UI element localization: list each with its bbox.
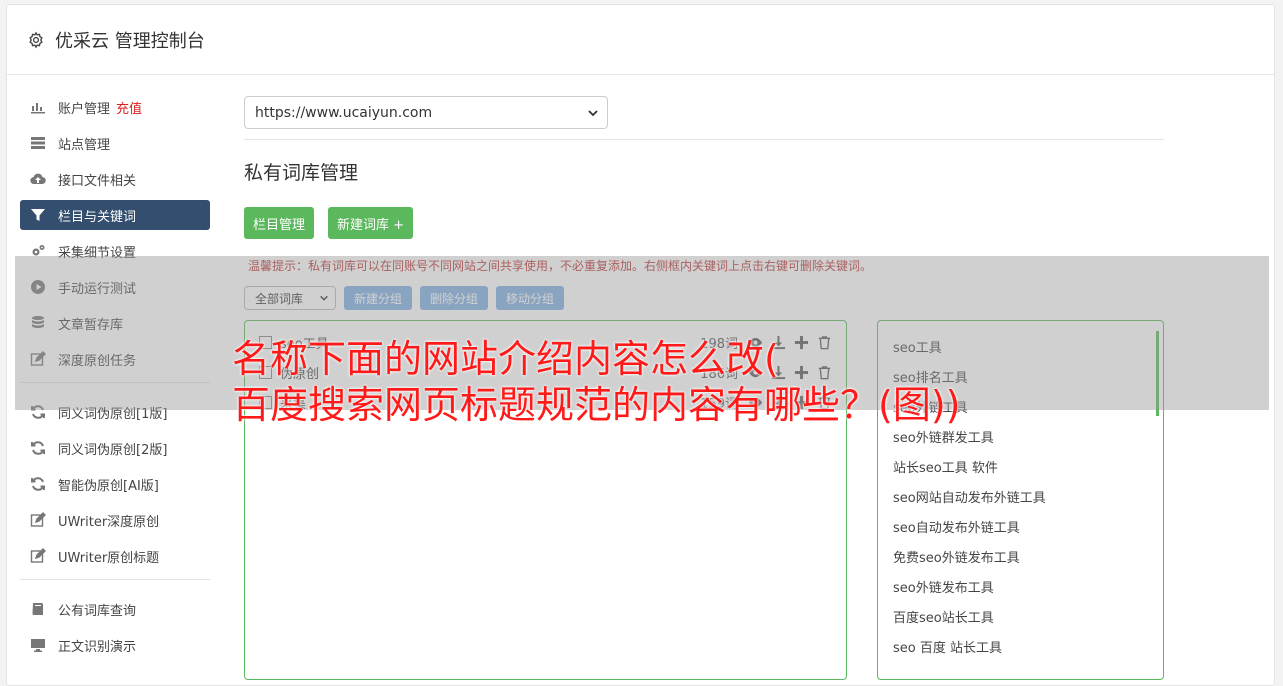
- sidebar-item-api-files[interactable]: 接口文件相关: [20, 164, 210, 194]
- page-title: 优采云 管理控制台: [55, 30, 205, 52]
- sidebar-item-label: 公有词库查询: [58, 603, 137, 619]
- sidebar-item-label: 站点管理: [58, 137, 111, 153]
- keyword-item[interactable]: seo网站自动发布外链工具: [893, 481, 1163, 511]
- sidebar-item-columns-keywords[interactable]: 栏目与关键词: [20, 200, 210, 230]
- sidebar-item-label: 账户管理: [58, 101, 111, 117]
- filter-icon: [31, 209, 45, 221]
- sidebar-item-label: 栏目与关键词: [58, 209, 137, 225]
- column-manage-button[interactable]: 栏目管理: [244, 207, 315, 239]
- sidebar-item-uwriter-deep[interactable]: UWriter深度原创: [20, 505, 210, 535]
- overlay-line-1: 名称下面的网站介绍内容怎么改(: [232, 337, 779, 381]
- page-header: 优采云 管理控制台: [7, 5, 1274, 75]
- divider: [244, 139, 1164, 140]
- sidebar-item-label: 正文识别演示: [58, 639, 137, 655]
- cloud-upload-icon: [30, 173, 46, 185]
- site-select-value: https://www.ucaiyun.com: [255, 104, 433, 121]
- sidebar-item-label: 接口文件相关: [58, 173, 137, 189]
- sidebar-item-label: UWriter原创标题: [58, 550, 160, 566]
- sidebar-item-label: 智能伪原创[AI版]: [58, 478, 159, 494]
- sidebar-item-uwriter-title[interactable]: UWriter原创标题: [20, 541, 210, 571]
- sidebar-item-synonym-v2[interactable]: 同义词伪原创[2版]: [20, 433, 210, 463]
- sidebar-item-text-recognition[interactable]: 正文识别演示: [20, 630, 210, 660]
- sidebar-item-label: UWriter深度原创: [58, 514, 160, 530]
- overlay-line-2: 百度搜索网页标题规范的内容有哪些？(图)): [232, 383, 961, 427]
- server-icon: [31, 137, 45, 149]
- sidebar-item-sites[interactable]: 站点管理: [20, 128, 210, 158]
- sidebar-divider: [20, 579, 210, 580]
- book-icon: [32, 603, 43, 615]
- section-title: 私有词库管理: [244, 162, 359, 184]
- gear-icon: [29, 31, 43, 48]
- overlay-caption: 名称下面的网站介绍内容怎么改( 百度搜索网页标题规范的内容有哪些？(图)): [232, 336, 1272, 428]
- new-lexicon-button[interactable]: 新建词库 +: [328, 207, 414, 239]
- chevron-down-icon: [588, 109, 598, 116]
- sidebar-item-public-lexicon[interactable]: 公有词库查询: [20, 594, 210, 624]
- sidebar-item-account[interactable]: 账户管理 充值: [20, 92, 210, 122]
- keyword-item[interactable]: 免费seo外链发布工具: [893, 541, 1163, 571]
- edit-icon: [30, 548, 46, 563]
- sidebar-item-label: 同义词伪原创[2版]: [58, 442, 168, 458]
- bar-chart-icon: [31, 103, 45, 114]
- action-buttons: 栏目管理 新建词库 +: [244, 207, 1164, 239]
- recharge-link[interactable]: 充值: [116, 98, 142, 117]
- keyword-item[interactable]: seo 百度 站长工具: [893, 631, 1163, 661]
- sidebar-item-ai-rewrite[interactable]: 智能伪原创[AI版]: [20, 469, 210, 499]
- keyword-item[interactable]: seo外链发布工具: [893, 571, 1163, 601]
- refresh-icon: [31, 477, 45, 491]
- keyword-item[interactable]: 站长seo工具 软件: [893, 451, 1163, 481]
- refresh-icon: [31, 441, 45, 455]
- keyword-item[interactable]: seo自动发布外链工具: [893, 511, 1163, 541]
- edit-icon: [30, 512, 46, 527]
- monitor-icon: [31, 639, 45, 652]
- site-select[interactable]: https://www.ucaiyun.com: [244, 96, 608, 129]
- keyword-item[interactable]: 百度seo站长工具: [893, 601, 1163, 631]
